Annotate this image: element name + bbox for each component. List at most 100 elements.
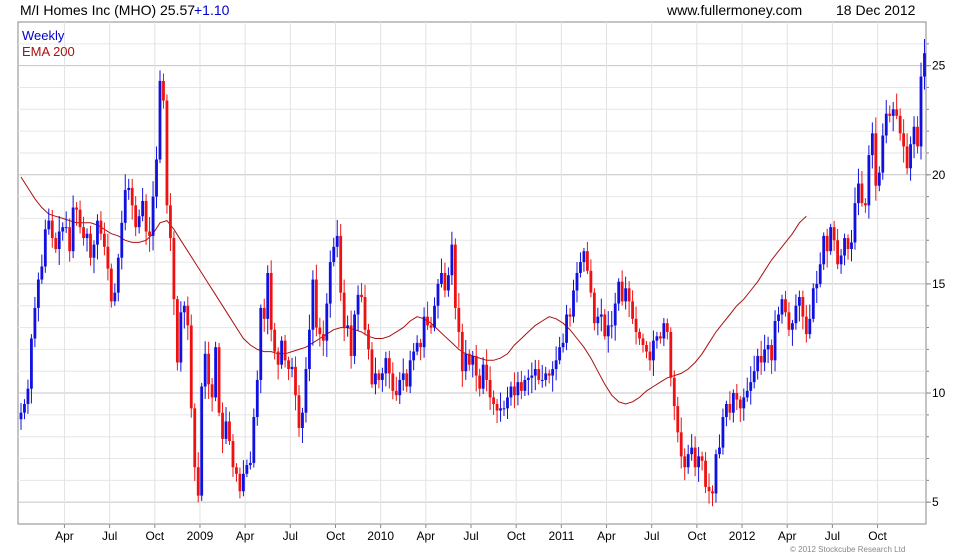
candle-body: [349, 325, 353, 356]
candle-body: [540, 379, 544, 381]
candle-body: [693, 447, 697, 468]
y-tick-label: 25: [932, 59, 946, 73]
candle-body: [478, 375, 482, 389]
candle-body: [658, 336, 662, 339]
candle-body: [645, 345, 648, 352]
candle-body: [502, 408, 506, 410]
candle-body: [405, 373, 409, 387]
candle-body: [617, 281, 621, 304]
candle-body: [61, 227, 65, 232]
candle-body: [294, 366, 297, 396]
candle-body: [714, 454, 718, 494]
candle-body: [367, 329, 370, 350]
candle-body: [721, 417, 725, 448]
candle-body: [572, 290, 575, 317]
candle-body: [374, 373, 377, 385]
candle-body: [36, 279, 40, 308]
candle-body: [30, 338, 33, 389]
x-tick-label: Jul: [825, 529, 840, 543]
candle-body: [551, 369, 555, 376]
candle-body: [422, 316, 426, 348]
candle-body: [301, 412, 304, 428]
candle-body: [287, 360, 290, 370]
candle-body: [19, 412, 23, 420]
candle-body: [902, 133, 906, 147]
candle-body: [450, 244, 454, 276]
x-tick-label: Apr: [416, 529, 435, 543]
candle-body: [335, 235, 339, 247]
candle-body: [471, 355, 475, 365]
candle-body: [419, 342, 423, 348]
candle-body: [919, 76, 923, 147]
candle-body: [530, 375, 534, 378]
x-tick-label: Oct: [507, 529, 526, 543]
candle-body: [394, 390, 398, 396]
candle-body: [537, 369, 541, 380]
candle-body: [870, 133, 874, 156]
candle-body: [857, 183, 860, 204]
candle-body: [169, 205, 172, 239]
candle-body: [141, 200, 145, 217]
candle-body: [565, 314, 568, 343]
candle-body: [96, 220, 99, 245]
x-tick-label: Jul: [102, 529, 117, 543]
candle-body: [763, 349, 767, 363]
candle-body: [895, 109, 899, 116]
candle-body: [586, 251, 589, 271]
candle-body: [638, 331, 641, 339]
candle-body: [492, 397, 495, 404]
candle-body: [193, 408, 197, 468]
candle-body: [467, 353, 471, 365]
x-tick-label: Apr: [55, 529, 74, 543]
candle-body: [648, 351, 652, 361]
y-tick-label: 5: [932, 495, 939, 509]
candle-body: [704, 460, 707, 487]
candle-body: [731, 393, 735, 413]
candle-body: [690, 447, 694, 455]
candle-body: [836, 240, 840, 265]
candle-body: [346, 325, 350, 328]
candle-body: [867, 155, 871, 206]
candle-body: [697, 456, 701, 468]
candle-body: [221, 412, 224, 439]
candle-body: [433, 305, 436, 328]
candle-body: [182, 305, 186, 313]
x-tick-label: 2009: [187, 529, 214, 543]
candle-body: [725, 403, 728, 418]
candle-body: [676, 406, 680, 433]
copyright-text: © 2012 Stockcube Research Ltd: [790, 545, 906, 554]
candle-body: [818, 264, 822, 284]
candle-body: [304, 369, 308, 413]
candle-body: [123, 190, 127, 223]
candle-body: [811, 288, 815, 319]
candle-body: [207, 353, 211, 385]
x-tick-label: Apr: [597, 529, 616, 543]
candle-body: [905, 146, 909, 169]
candle-body: [259, 307, 263, 380]
candle-body: [582, 251, 586, 263]
candle-body: [916, 126, 919, 147]
candle-body: [189, 325, 193, 409]
candle-body: [808, 318, 812, 335]
x-tick-label: Oct: [688, 529, 707, 543]
candle-body: [686, 454, 690, 468]
candle-body: [342, 292, 346, 328]
candle-body: [509, 386, 513, 398]
candle-body: [82, 227, 85, 239]
candle-body: [745, 390, 749, 398]
candle-body: [923, 53, 926, 77]
candle-body: [321, 334, 325, 341]
candle-body: [766, 345, 770, 350]
candle-body: [155, 159, 158, 197]
candle-body: [224, 421, 228, 439]
y-tick-label: 20: [932, 168, 946, 182]
candle-body: [864, 203, 867, 206]
candle-body: [749, 382, 753, 391]
candle-body: [860, 183, 864, 204]
candle-body: [238, 473, 242, 492]
candle-body: [728, 403, 732, 413]
candle-body: [707, 486, 711, 492]
candle-body: [603, 314, 607, 337]
candle-body: [592, 292, 596, 324]
candle-body: [627, 288, 631, 302]
